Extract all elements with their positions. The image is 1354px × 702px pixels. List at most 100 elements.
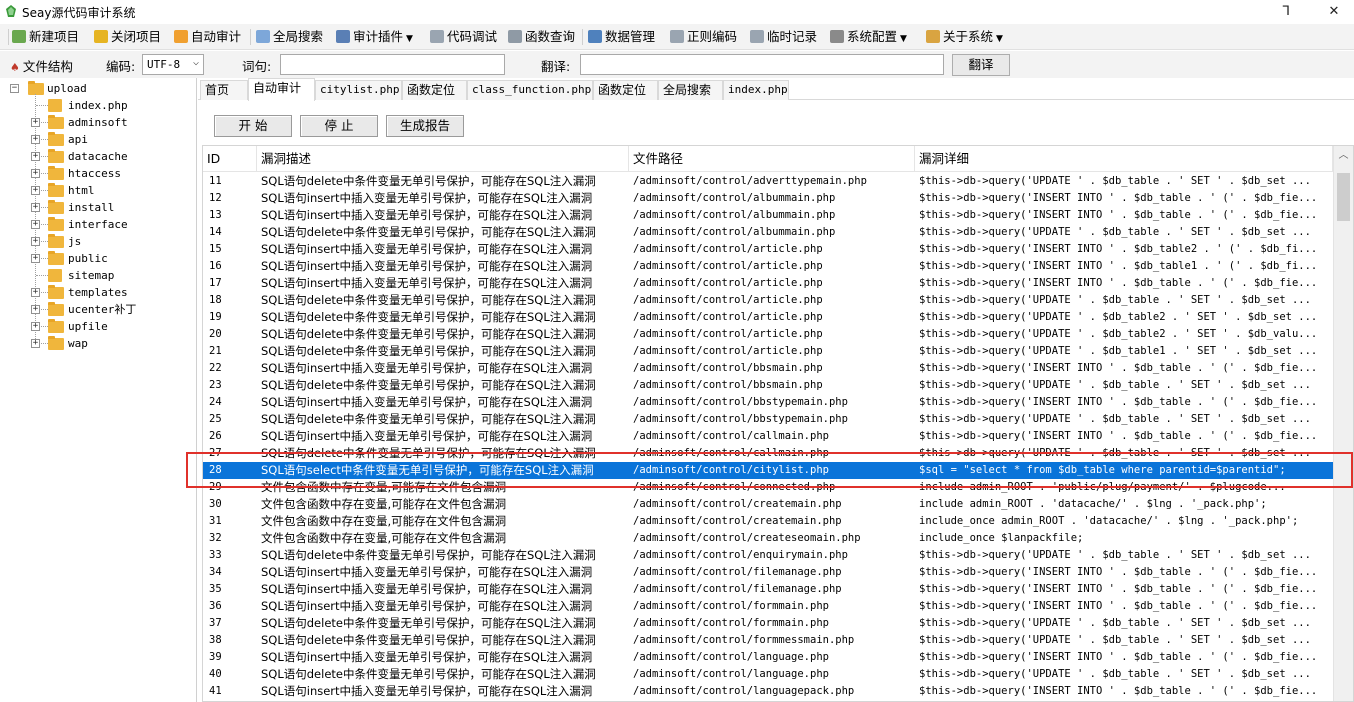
table-row[interactable]: 34 SQL语句insert中插入变量无单引号保护，可能存在SQL注入漏洞/adm… — [203, 564, 1333, 581]
folder-icon — [48, 302, 64, 316]
row-file-path: /adminsoft/control/bbsmain.php — [633, 362, 823, 374]
expand-icon[interactable]: + — [31, 237, 40, 246]
generate-report-button[interactable]: 生成报告 — [386, 115, 464, 137]
table-row[interactable]: 41 SQL语句insert中插入变量无单引号保护，可能存在SQL注入漏洞/adm… — [203, 683, 1333, 700]
table-row[interactable]: 16 SQL语句insert中插入变量无单引号保护，可能存在SQL注入漏洞/adm… — [203, 258, 1333, 275]
table-row[interactable]: 32 文件包含函数中存在变量,可能存在文件包含漏洞/adminsoft/contr… — [203, 530, 1333, 547]
table-row[interactable]: 23 SQL语句delete中条件变量无单引号保护，可能存在SQL注入漏洞/adm… — [203, 377, 1333, 394]
table-row[interactable]: 40 SQL语句delete中条件变量无单引号保护，可能存在SQL注入漏洞/adm… — [203, 666, 1333, 683]
row-id: 23 — [209, 379, 222, 391]
table-row[interactable]: 22 SQL语句insert中插入变量无单引号保护，可能存在SQL注入漏洞/adm… — [203, 360, 1333, 377]
toolbar-item-about-system[interactable]: 关于系统 ▼ — [926, 27, 1003, 47]
toolbar-item-close-project[interactable]: 关闭项目 — [94, 27, 161, 47]
expand-icon[interactable]: + — [31, 322, 40, 331]
toolbar-item-new-project[interactable]: 新建项目 — [12, 27, 79, 47]
table-row[interactable]: 27 SQL语句delete中条件变量无单引号保护，可能存在SQL注入漏洞/adm… — [203, 445, 1333, 462]
tab-5[interactable]: class_function.php — [467, 80, 593, 100]
column-header-description[interactable]: 漏洞描述 — [257, 146, 629, 172]
toolbar-item-regex-encode[interactable]: 正则编码 — [670, 27, 737, 47]
expand-icon[interactable]: + — [31, 135, 40, 144]
start-button[interactable]: 开 始 — [214, 115, 292, 137]
expand-icon[interactable]: + — [31, 169, 40, 178]
toolbar-item-system-config[interactable]: 系统配置 ▼ — [830, 27, 907, 47]
term-input[interactable] — [280, 54, 505, 75]
table-row[interactable]: 11 SQL语句delete中条件变量无单引号保护，可能存在SQL注入漏洞/adm… — [203, 173, 1333, 190]
row-id: 31 — [209, 515, 222, 527]
list-header: ID 漏洞描述 文件路径 漏洞详细 — [203, 146, 1333, 172]
expand-icon[interactable]: + — [31, 186, 40, 195]
table-row[interactable]: 12 SQL语句insert中插入变量无单引号保护，可能存在SQL注入漏洞/adm… — [203, 190, 1333, 207]
stop-button[interactable]: 停 止 — [300, 115, 378, 137]
tab-4[interactable]: 函数定位 — [402, 80, 467, 100]
table-row[interactable]: 14 SQL语句delete中条件变量无单引号保护，可能存在SQL注入漏洞/adm… — [203, 224, 1333, 241]
table-row[interactable]: 15 SQL语句insert中插入变量无单引号保护，可能存在SQL注入漏洞/adm… — [203, 241, 1333, 258]
tab-8[interactable]: index.php — [723, 80, 789, 100]
translate-input[interactable] — [580, 54, 944, 75]
toolbar-item-function-query[interactable]: 函数查询 — [508, 27, 575, 47]
table-row[interactable]: 26 SQL语句insert中插入变量无单引号保护，可能存在SQL注入漏洞/adm… — [203, 428, 1333, 445]
table-row[interactable]: 39 SQL语句insert中插入变量无单引号保护，可能存在SQL注入漏洞/adm… — [203, 649, 1333, 666]
table-row[interactable]: 35 SQL语句insert中插入变量无单引号保护，可能存在SQL注入漏洞/adm… — [203, 581, 1333, 598]
new-project-icon — [12, 30, 26, 43]
expand-icon[interactable]: + — [31, 152, 40, 161]
expand-icon[interactable]: + — [31, 339, 40, 348]
table-row[interactable]: 20 SQL语句delete中条件变量无单引号保护，可能存在SQL注入漏洞/adm… — [203, 326, 1333, 343]
tab-7[interactable]: 全局搜索 — [658, 80, 723, 100]
table-row[interactable]: 13 SQL语句insert中插入变量无单引号保护，可能存在SQL注入漏洞/adm… — [203, 207, 1333, 224]
toolbar-item-temp-record[interactable]: 临时记录 — [750, 27, 817, 47]
column-header-file-path[interactable]: 文件路径 — [629, 146, 915, 172]
column-header-id[interactable]: ID — [203, 146, 257, 172]
table-row[interactable]: 25 SQL语句delete中条件变量无单引号保护，可能存在SQL注入漏洞/adm… — [203, 411, 1333, 428]
row-detail: $this->db->query('INSERT INTO ' . $db_ta… — [919, 362, 1318, 374]
table-row[interactable]: 29 文件包含函数中存在变量,可能存在文件包含漏洞/adminsoft/contr… — [203, 479, 1333, 496]
scrollbar-thumb[interactable] — [1337, 173, 1350, 221]
tab-3[interactable]: citylist.php — [315, 80, 402, 100]
expand-icon[interactable]: + — [31, 288, 40, 297]
translate-button[interactable]: 翻译 — [952, 54, 1010, 76]
toolbar-item-audit-plugin[interactable]: 审计插件 ▼ — [336, 27, 413, 47]
row-file-path: /adminsoft/control/albummain.php — [633, 209, 836, 221]
expand-icon[interactable]: + — [31, 305, 40, 314]
expand-icon[interactable]: + — [31, 203, 40, 212]
code-debug-icon — [430, 30, 444, 43]
table-row[interactable]: 33 SQL语句delete中条件变量无单引号保护，可能存在SQL注入漏洞/adm… — [203, 547, 1333, 564]
table-row[interactable]: 38 SQL语句delete中条件变量无单引号保护，可能存在SQL注入漏洞/adm… — [203, 632, 1333, 649]
minimize-button[interactable]: ᒣ — [1272, 2, 1300, 22]
row-detail: $this->db->query('INSERT INTO ' . $db_ta… — [919, 430, 1318, 442]
toolbar-item-code-debug[interactable]: 代码调试 — [430, 27, 497, 47]
tab-1[interactable]: 首页 — [200, 80, 248, 100]
table-row[interactable]: 24 SQL语句insert中插入变量无单引号保护，可能存在SQL注入漏洞/adm… — [203, 394, 1333, 411]
expand-icon[interactable]: + — [31, 254, 40, 263]
collapse-icon[interactable]: − — [10, 84, 19, 93]
vertical-scrollbar[interactable]: ︿ — [1333, 146, 1353, 701]
encoding-select[interactable]: UTF-8 ⌵ — [142, 54, 204, 75]
table-row[interactable]: 36 SQL语句insert中插入变量无单引号保护，可能存在SQL注入漏洞/adm… — [203, 598, 1333, 615]
encoding-value: UTF-8 — [147, 58, 181, 71]
toolbar-item-label: 关于系统 — [943, 29, 994, 44]
dropdown-arrow-icon: ▼ — [406, 34, 413, 44]
table-row[interactable]: 18 SQL语句delete中条件变量无单引号保护，可能存在SQL注入漏洞/adm… — [203, 292, 1333, 309]
table-row[interactable]: 31 文件包含函数中存在变量,可能存在文件包含漏洞/adminsoft/contr… — [203, 513, 1333, 530]
toolbar-item-global-search[interactable]: 全局搜索 — [256, 27, 323, 47]
table-row[interactable]: 30 文件包含函数中存在变量,可能存在文件包含漏洞/adminsoft/contr… — [203, 496, 1333, 513]
main-toolbar: 新建项目 关闭项目 自动审计 全局搜索 审计插件 ▼ 代码调试 函数查询 数据管理 正则编码 临时记… — [0, 24, 1354, 50]
scroll-up-icon[interactable]: ︿ — [1334, 146, 1353, 166]
row-description: SQL语句insert中插入变量无单引号保护，可能存在SQL注入漏洞 — [261, 259, 593, 273]
expand-icon[interactable]: + — [31, 220, 40, 229]
table-row[interactable]: 28 SQL语句select中条件变量无单引号保护，可能存在SQL注入漏洞/adm… — [203, 462, 1333, 479]
close-window-button[interactable]: ✕ — [1320, 2, 1348, 22]
row-file-path: /adminsoft/control/article.php — [633, 328, 823, 340]
expand-icon[interactable]: + — [31, 118, 40, 127]
tab-2[interactable]: 自动审计 — [248, 78, 315, 101]
table-row[interactable]: 17 SQL语句insert中插入变量无单引号保护，可能存在SQL注入漏洞/adm… — [203, 275, 1333, 292]
file-structure-button[interactable]: ♠ 文件结构 — [10, 56, 73, 75]
column-header-details[interactable]: 漏洞详细 — [915, 146, 1333, 172]
table-row[interactable]: 19 SQL语句delete中条件变量无单引号保护，可能存在SQL注入漏洞/adm… — [203, 309, 1333, 326]
table-row[interactable]: 21 SQL语句delete中条件变量无单引号保护，可能存在SQL注入漏洞/adm… — [203, 343, 1333, 360]
table-row[interactable]: 37 SQL语句delete中条件变量无单引号保护，可能存在SQL注入漏洞/adm… — [203, 615, 1333, 632]
row-description: SQL语句delete中条件变量无单引号保护，可能存在SQL注入漏洞 — [261, 344, 596, 358]
tab-6[interactable]: 函数定位 — [593, 80, 658, 100]
toolbar-item-data-manage[interactable]: 数据管理 — [588, 27, 655, 47]
toolbar-item-label: 临时记录 — [767, 29, 818, 44]
toolbar-item-auto-audit[interactable]: 自动审计 — [174, 27, 241, 47]
